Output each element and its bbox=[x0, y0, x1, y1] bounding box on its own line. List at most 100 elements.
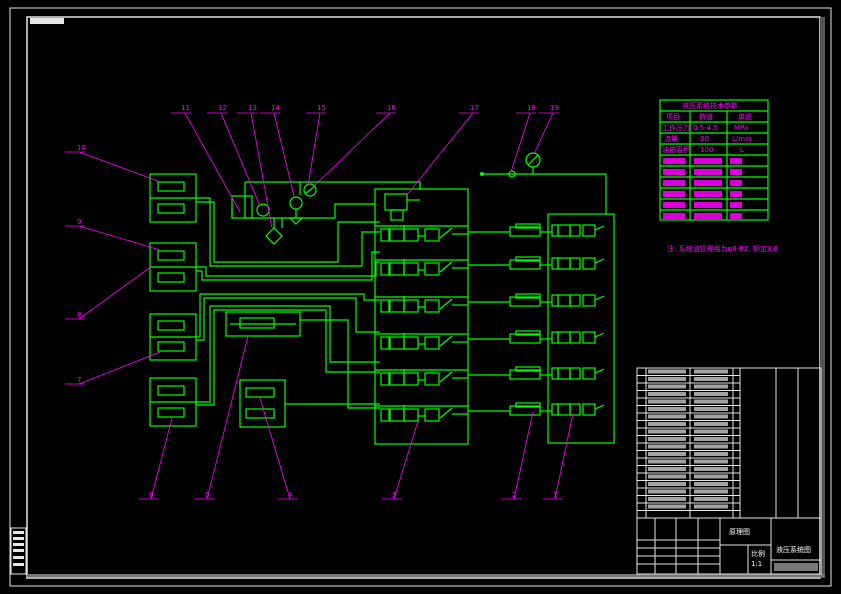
parts-cell-fill bbox=[694, 497, 728, 501]
callout-number: 2 bbox=[512, 491, 516, 499]
param-cell-fill bbox=[730, 202, 742, 208]
callout-number: 17 bbox=[470, 104, 479, 112]
param-cell-fill bbox=[694, 180, 722, 186]
param-row-1-value: 20 bbox=[700, 135, 709, 143]
callout-number: 1 bbox=[553, 491, 557, 499]
callout-number: 3 bbox=[392, 491, 396, 499]
parts-cell-fill bbox=[648, 474, 686, 479]
param-cell-fill bbox=[663, 202, 685, 208]
scale-label: 比例 bbox=[751, 549, 765, 558]
param-cell-fill bbox=[694, 158, 722, 164]
right-valve-bank bbox=[468, 152, 615, 444]
clamp-actuators bbox=[149, 173, 301, 428]
parts-cell-fill bbox=[694, 459, 728, 464]
callout-15: 15 bbox=[306, 104, 326, 187]
parts-list bbox=[636, 367, 822, 519]
callout-18: 18 bbox=[510, 104, 536, 173]
callout-number: 15 bbox=[317, 104, 326, 112]
hydraulic-schematic: 液压系统技术参数 项目 数值 单位 工作压力 0.5-4.5 MPa 流量 20… bbox=[9, 7, 832, 587]
parts-cell-fill bbox=[648, 369, 686, 374]
param-row-0-unit: MPa bbox=[734, 124, 748, 132]
title-label-left: 原理图 bbox=[729, 528, 750, 536]
param-cell-fill bbox=[663, 158, 685, 164]
callout-16: 16 bbox=[311, 104, 396, 189]
callout-number: 11 bbox=[181, 104, 190, 112]
parts-cell-fill bbox=[648, 504, 686, 509]
directional-valve bbox=[375, 259, 468, 276]
param-row-2-value: 100 bbox=[700, 146, 713, 154]
cylinder-valve-pair bbox=[468, 402, 605, 416]
callout-number: 19 bbox=[550, 104, 559, 112]
param-row-0-value: 0.5-4.5 bbox=[693, 124, 718, 132]
callout-13: 13 bbox=[237, 104, 273, 229]
cylinder-valve-pair bbox=[468, 366, 605, 380]
callout-10: 10 bbox=[65, 144, 159, 182]
parts-cell-fill bbox=[694, 399, 728, 404]
callout-number: 9 bbox=[77, 218, 81, 226]
parts-cell-fill bbox=[694, 504, 728, 509]
callout-2: 2 bbox=[502, 411, 534, 500]
callout-number: 5 bbox=[205, 491, 209, 499]
title-block: 原理图 液压系统图 比例 1:1 bbox=[636, 517, 822, 575]
callout-17: 17 bbox=[405, 104, 479, 197]
param-cell-fill bbox=[730, 180, 742, 186]
callout-7: 7 bbox=[65, 351, 161, 385]
param-row-0-name: 工作压力 bbox=[662, 123, 690, 132]
callout-number: 18 bbox=[527, 104, 536, 112]
param-cell-fill bbox=[694, 169, 722, 175]
parts-cell-fill bbox=[648, 489, 686, 494]
frame-tab bbox=[30, 18, 64, 24]
scale-value: 1:1 bbox=[751, 560, 762, 568]
cylinder-valve-pair bbox=[468, 256, 605, 270]
parts-cell-fill bbox=[648, 422, 686, 426]
parts-cell-fill bbox=[694, 377, 728, 381]
parts-cell-fill bbox=[648, 452, 686, 456]
parts-cell-fill bbox=[648, 497, 686, 501]
parameter-table: 液压系统技术参数 项目 数值 单位 工作压力 0.5-4.5 MPa 流量 20… bbox=[659, 99, 769, 221]
parts-cell-fill bbox=[694, 369, 728, 374]
callout-number: 10 bbox=[77, 144, 86, 152]
parts-cell-fill bbox=[694, 437, 728, 441]
parts-cell-fill bbox=[694, 474, 728, 479]
param-cell-fill bbox=[694, 191, 722, 197]
callout-number: 4 bbox=[288, 491, 293, 499]
param-row-2-unit: L bbox=[740, 146, 744, 154]
callout-number: 6 bbox=[149, 491, 154, 499]
param-cell-fill bbox=[663, 191, 685, 197]
callout-number: 7 bbox=[77, 376, 81, 384]
param-cell-fill bbox=[730, 213, 742, 219]
directional-valve bbox=[375, 405, 468, 422]
system-note: 注: 系统油管规格为φ8-R2, 额定3.6 bbox=[667, 244, 779, 253]
cylinder-valve-pair bbox=[468, 223, 605, 237]
parts-cell-fill bbox=[694, 429, 728, 434]
cylinder-valve-pair bbox=[468, 330, 605, 344]
cylinder-valve-pair bbox=[468, 293, 605, 307]
parts-cell-fill bbox=[694, 444, 728, 449]
param-header-unit: 单位 bbox=[738, 112, 752, 121]
callout-number: 8 bbox=[77, 311, 81, 319]
parts-cell-fill bbox=[694, 482, 728, 486]
param-cell-fill bbox=[663, 169, 685, 175]
cad-canvas: 液压系统技术参数 项目 数值 单位 工作压力 0.5-4.5 MPa 流量 20… bbox=[0, 0, 841, 594]
parts-cell-fill bbox=[694, 452, 728, 456]
callout-number: 12 bbox=[218, 104, 227, 112]
parts-cell-fill bbox=[694, 384, 728, 389]
parts-cell-fill bbox=[694, 422, 728, 426]
param-cell-fill bbox=[730, 191, 742, 197]
parts-cell-fill bbox=[648, 444, 686, 449]
directional-valve bbox=[375, 333, 468, 350]
callout-number: 13 bbox=[248, 104, 257, 112]
parts-cell-fill bbox=[694, 489, 728, 494]
parts-cell-fill bbox=[648, 399, 686, 404]
parts-cell-fill bbox=[648, 377, 686, 381]
parts-cell-fill bbox=[648, 437, 686, 441]
callout-19: 19 bbox=[533, 104, 559, 155]
parts-cell-fill bbox=[694, 407, 728, 411]
param-table-title: 液压系统技术参数 bbox=[682, 101, 738, 110]
callout-number: 14 bbox=[271, 104, 280, 112]
param-cell-fill bbox=[663, 213, 685, 219]
directional-valve bbox=[375, 369, 468, 386]
param-cell-fill bbox=[663, 180, 685, 186]
param-row-1-name: 流量 bbox=[664, 134, 678, 143]
parts-cell-fill bbox=[648, 384, 686, 389]
